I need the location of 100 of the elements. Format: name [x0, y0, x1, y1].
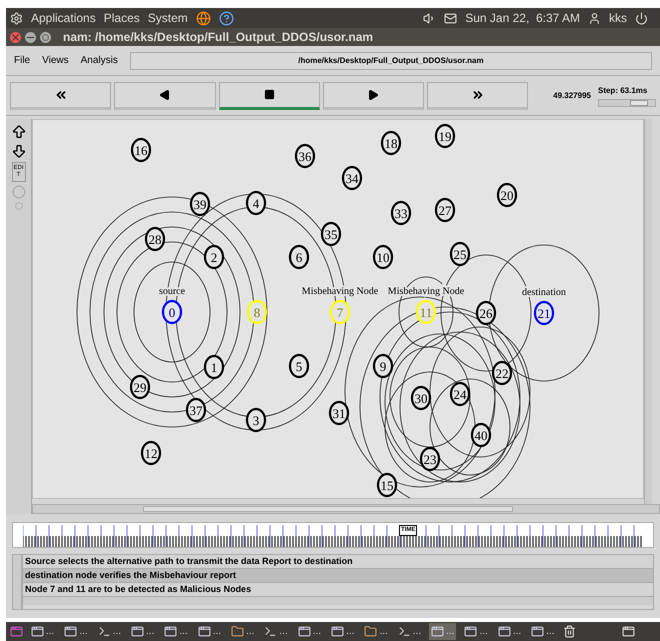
network-node: 26	[476, 300, 496, 326]
network-node: 36	[294, 144, 316, 168]
time-display: 49.327995	[552, 90, 591, 102]
window-icon	[164, 625, 178, 638]
taskbar-item[interactable]: ...	[462, 623, 490, 640]
terminal-icon	[398, 625, 411, 638]
window-icon	[198, 625, 211, 638]
play-icon	[367, 88, 380, 100]
taskbar-item[interactable]: ...	[162, 623, 190, 640]
taskbar-item[interactable]: ...	[196, 623, 224, 640]
window-icon	[331, 625, 344, 638]
panel-user[interactable]: kks	[609, 9, 627, 27]
network-node: 23	[420, 446, 440, 472]
network-node: 16	[130, 138, 152, 162]
network-node: 28	[144, 226, 166, 252]
workspace-icon[interactable]	[10, 625, 23, 638]
browser-icon[interactable]	[196, 10, 211, 26]
terminal-icon	[98, 625, 111, 638]
network-node: 8	[246, 300, 268, 324]
annotation-row[interactable]: Node 7 and 11 are to be detected as Malicious Nodes	[23, 583, 653, 597]
network-node: 34	[342, 166, 362, 190]
taskbar-item[interactable]: ...	[62, 623, 90, 640]
stop-icon	[264, 89, 275, 100]
power-icon[interactable]	[635, 12, 648, 24]
network-node: 19	[434, 124, 456, 148]
network-node: 31	[328, 400, 350, 426]
vertical-scrollbar[interactable]	[644, 119, 652, 504]
taskbar-item[interactable]: ...	[529, 623, 556, 640]
network-node: 35	[320, 222, 342, 246]
panel-menu[interactable]: System	[148, 9, 188, 27]
network-node: 20	[496, 182, 518, 208]
window-icon	[298, 625, 311, 638]
taskbar-item[interactable]: ...	[296, 623, 324, 640]
network-node: 15	[376, 472, 398, 498]
window-title: nam: /home/kks/Desktop/Full_Output_DDOS/usor.nam	[63, 29, 374, 46]
step-label: Step: 63.1ms	[598, 84, 648, 96]
taskbar-item[interactable]: ...	[129, 623, 156, 640]
window-icon	[498, 625, 511, 638]
help-icon[interactable]	[218, 10, 234, 26]
panel-menu[interactable]: Applications	[31, 9, 96, 27]
zoom-in-icon[interactable]	[10, 124, 26, 140]
network-node: 29	[130, 374, 150, 400]
network-node: 3	[246, 408, 266, 432]
network-node: 24	[450, 382, 470, 406]
network-node: 2	[204, 244, 224, 270]
network-node: 39	[190, 192, 210, 216]
taskbar-item[interactable]: ...	[329, 623, 356, 640]
taskbar-item[interactable]: ...	[496, 623, 524, 640]
network-node: 27	[434, 198, 456, 222]
network-node: 30	[410, 386, 432, 410]
window-icon	[531, 625, 544, 638]
taskbar-item[interactable]: ...	[29, 623, 56, 640]
network-node: 11	[416, 300, 436, 324]
window-icon	[431, 625, 444, 638]
taskbar-item[interactable]: ...	[96, 623, 124, 640]
terminal-icon	[264, 625, 278, 638]
taskbar-item[interactable]: ...	[362, 623, 390, 640]
taskbar-item[interactable]: ...	[429, 623, 456, 640]
network-node: 1	[204, 354, 224, 380]
path-field: /home/kks/Desktop/Full_Output_DDOS/usor.nam	[130, 52, 652, 70]
network-node: 9	[372, 354, 394, 378]
trash-icon[interactable]	[562, 625, 576, 638]
network-node: 18	[380, 130, 402, 156]
window-icon	[131, 625, 144, 638]
network-node: 0	[162, 300, 182, 324]
maximize-icon[interactable]	[40, 32, 51, 42]
node-tool-icon[interactable]	[12, 185, 26, 200]
playback-button[interactable]	[218, 82, 320, 110]
menu-item[interactable]: Views	[42, 53, 69, 68]
desktop-icon[interactable]	[622, 625, 634, 638]
network-node: 7	[330, 300, 350, 324]
taskbar-item[interactable]: ...	[262, 623, 290, 640]
menu-item[interactable]: File	[14, 53, 30, 68]
folder-icon	[231, 625, 244, 638]
mail-icon[interactable]	[444, 12, 458, 24]
window-icon	[31, 625, 44, 638]
close-icon[interactable]	[10, 32, 21, 42]
zoom-out-icon[interactable]	[10, 143, 26, 159]
annotation-row[interactable]: destination node verifies the Misbehaviour report	[23, 569, 653, 583]
annotation-hscrollbar[interactable]	[23, 597, 653, 605]
network-node: 10	[372, 244, 394, 270]
network-node: 21	[534, 300, 554, 326]
panel-menu[interactable]: Places	[104, 9, 140, 27]
horizontal-scrollbar[interactable]	[32, 504, 660, 514]
network-node: 4	[246, 190, 266, 216]
taskbar-item[interactable]: ...	[396, 623, 424, 640]
menu-item[interactable]: Analysis	[80, 53, 118, 68]
taskbar-item[interactable]: ...	[229, 623, 256, 640]
folder-icon	[364, 625, 378, 638]
window-icon	[64, 625, 78, 638]
minimize-icon[interactable]	[25, 32, 36, 42]
panel-clock[interactable]: Sun Jan 22, 6:37 AM	[465, 9, 580, 27]
annotation-scrollbar[interactable]	[12, 554, 22, 610]
network-node: 6	[288, 244, 310, 270]
annotation-row[interactable]: Source selects the alternative path to transmit the data Report to destination	[23, 555, 653, 569]
window-icon	[464, 625, 478, 638]
network-node: 25	[450, 242, 470, 266]
network-node: 22	[492, 360, 512, 386]
network-node: 40	[470, 422, 492, 448]
user-icon	[588, 12, 601, 24]
